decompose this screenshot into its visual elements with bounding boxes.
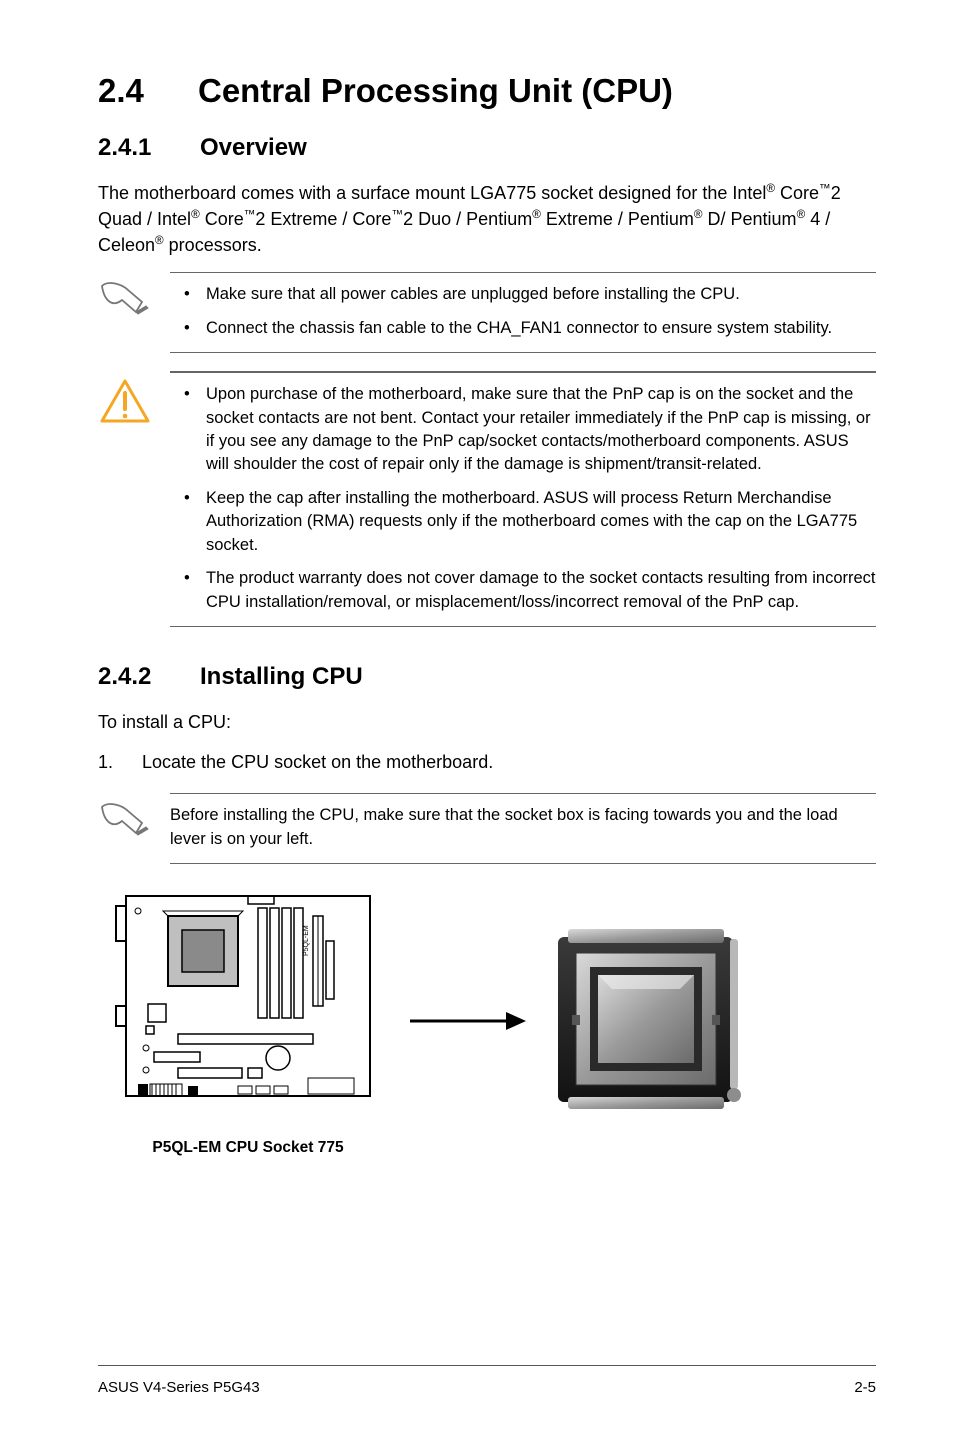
intro-text: To install a CPU: (98, 709, 876, 735)
note-content: Before installing the CPU, make sure tha… (170, 793, 876, 864)
figure-caption: P5QL-EM CPU Socket 775 (108, 1139, 388, 1157)
note-icon (98, 793, 152, 864)
svg-text:P5QL-EM: P5QL-EM (303, 925, 310, 956)
note-content: Make sure that all power cables are unpl… (170, 272, 876, 353)
motherboard-diagram: P5QL-EM (108, 886, 388, 1126)
socket-photo (548, 919, 758, 1124)
caution-item: Upon purchase of the motherboard, make s… (170, 383, 876, 477)
subsection-title: Installing CPU (200, 663, 363, 690)
figure-row: P5QL-EM P5QL-EM CPU Socket 775 (108, 886, 876, 1157)
footer-rule (98, 1365, 876, 1366)
section-title: Central Processing Unit (CPU) (198, 72, 673, 109)
note-block: Make sure that all power cables are unpl… (98, 272, 876, 353)
footer-left: ASUS V4-Series P5G43 (98, 1379, 260, 1396)
caution-item: Keep the cap after installing the mother… (170, 487, 876, 557)
step-number: 1. (98, 749, 142, 775)
subsection-number: 2.4.1 (98, 134, 200, 162)
note-icon (98, 272, 152, 353)
caution-item: The product warranty does not cover dama… (170, 567, 876, 614)
caution-content: Upon purchase of the motherboard, make s… (170, 371, 876, 627)
section-heading: 2.4Central Processing Unit (CPU) (98, 72, 876, 110)
caution-icon (98, 371, 152, 627)
overview-paragraph: The motherboard comes with a surface mou… (98, 180, 876, 258)
note-block: Before installing the CPU, make sure tha… (98, 793, 876, 864)
arrow-icon (408, 1006, 528, 1036)
subsection-heading: 2.4.2Installing CPU (98, 663, 876, 691)
step-text: Locate the CPU socket on the motherboard… (142, 749, 493, 775)
note-item: Connect the chassis fan cable to the CHA… (170, 317, 876, 340)
footer-right: 2-5 (854, 1379, 876, 1396)
note-item: Make sure that all power cables are unpl… (170, 283, 876, 306)
subsection-title: Overview (200, 134, 307, 161)
step-item: 1. Locate the CPU socket on the motherbo… (98, 749, 876, 775)
page-footer: ASUS V4-Series P5G43 2-5 (98, 1379, 876, 1396)
section-number: 2.4 (98, 72, 198, 110)
subsection-heading: 2.4.1Overview (98, 134, 876, 162)
subsection-number: 2.4.2 (98, 663, 200, 691)
caution-block: Upon purchase of the motherboard, make s… (98, 371, 876, 627)
